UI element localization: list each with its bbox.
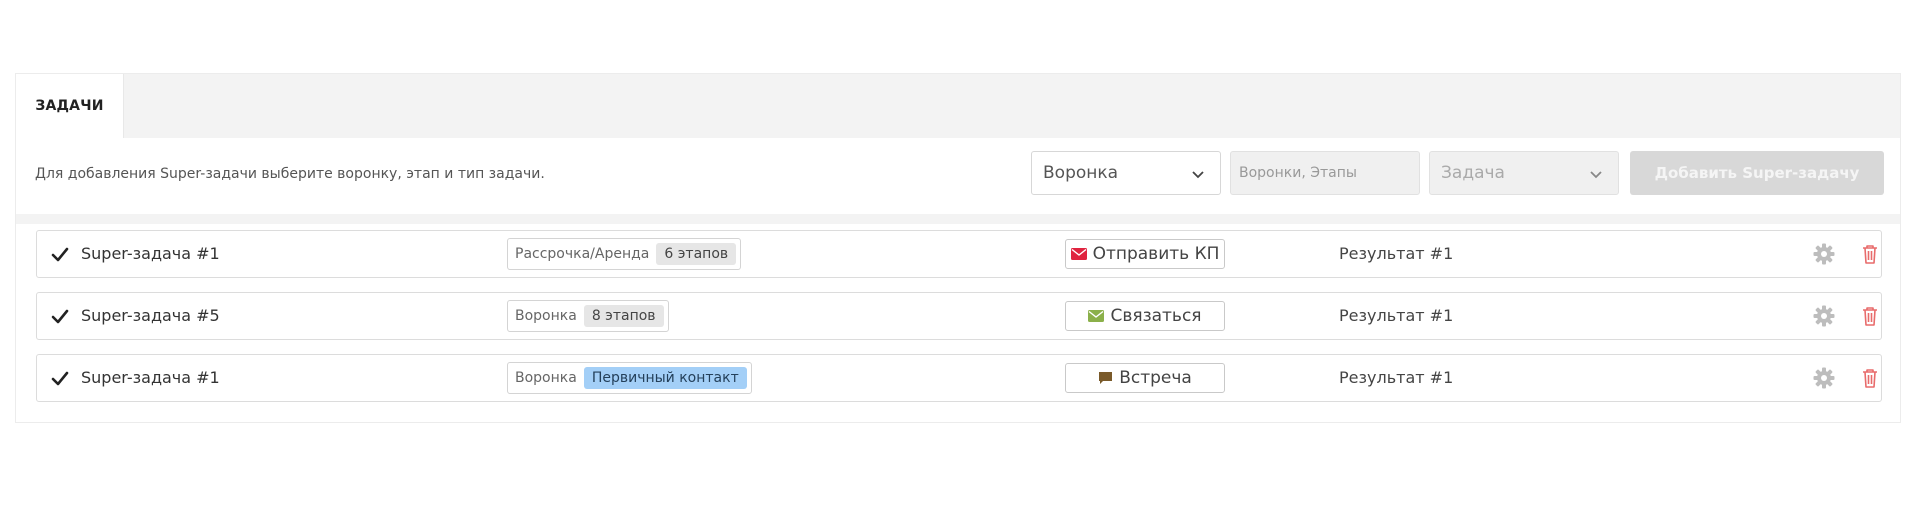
toolbar-divider bbox=[16, 214, 1900, 224]
task-action-label: Отправить КП bbox=[1092, 244, 1220, 264]
task-result: Результат #1 bbox=[1339, 368, 1454, 387]
envelope-icon bbox=[1070, 248, 1087, 260]
toolbar-hint: Для добавления Super-задачи выберите вор… bbox=[35, 166, 545, 182]
checkmark-icon[interactable] bbox=[50, 307, 70, 327]
task-row: Super-задача #1 Рассрочка/Аренда 6 этапо… bbox=[36, 230, 1882, 278]
chevron-down-icon bbox=[1590, 171, 1602, 179]
task-action-button[interactable]: Отправить КП bbox=[1065, 239, 1225, 269]
task-name: Super-задача #1 bbox=[81, 244, 220, 263]
trash-icon[interactable] bbox=[1860, 305, 1880, 327]
funnel-tag: Воронка Первичный контакт bbox=[507, 362, 752, 394]
stages-input[interactable]: Воронки, Этапы bbox=[1230, 151, 1420, 195]
chevron-down-icon bbox=[1192, 171, 1204, 179]
funnel-name: Рассрочка/Аренда bbox=[515, 246, 650, 262]
task-action-button[interactable]: Встреча bbox=[1065, 363, 1225, 393]
trash-icon[interactable] bbox=[1860, 367, 1880, 389]
task-type-select[interactable]: Задача bbox=[1429, 151, 1619, 195]
funnel-tag: Рассрочка/Аренда 6 этапов bbox=[507, 238, 742, 270]
trash-icon[interactable] bbox=[1860, 243, 1880, 265]
stage-badge: 8 этапов bbox=[583, 305, 664, 327]
add-task-toolbar: Для добавления Super-задачи выберите вор… bbox=[16, 138, 1900, 214]
gear-icon[interactable] bbox=[1813, 367, 1835, 389]
tab-bar: ЗАДАЧИ bbox=[16, 74, 1900, 138]
add-super-task-button[interactable]: Добавить Super-задачу bbox=[1630, 151, 1884, 195]
task-action-button[interactable]: Связаться bbox=[1065, 301, 1225, 331]
funnel-select-value: Воронка bbox=[1043, 163, 1119, 183]
envelope-icon bbox=[1088, 310, 1105, 322]
gear-icon[interactable] bbox=[1813, 243, 1835, 265]
funnel-name: Воронка bbox=[515, 308, 577, 324]
funnel-select[interactable]: Воронка bbox=[1031, 151, 1221, 195]
task-name: Super-задача #1 bbox=[81, 368, 220, 387]
task-action-label: Встреча bbox=[1119, 368, 1192, 388]
task-action-label: Связаться bbox=[1110, 306, 1202, 326]
task-row: Super-задача #5 Воронка 8 этапов Связать… bbox=[36, 292, 1882, 340]
chat-bubble-icon bbox=[1098, 371, 1113, 385]
task-result: Результат #1 bbox=[1339, 306, 1454, 325]
stage-badge: Первичный контакт bbox=[583, 367, 747, 389]
funnel-name: Воронка bbox=[515, 370, 577, 386]
task-name: Super-задача #5 bbox=[81, 306, 220, 325]
checkmark-icon[interactable] bbox=[50, 369, 70, 389]
gear-icon[interactable] bbox=[1813, 305, 1835, 327]
stage-badge: 6 этапов bbox=[656, 243, 737, 265]
tasks-panel: ЗАДАЧИ Для добавления Super-задачи выбер… bbox=[15, 73, 1901, 423]
task-row: Super-задача #1 Воронка Первичный контак… bbox=[36, 354, 1882, 402]
task-type-select-value: Задача bbox=[1441, 163, 1505, 183]
tab-tasks[interactable]: ЗАДАЧИ bbox=[16, 74, 124, 138]
funnel-tag: Воронка 8 этапов bbox=[507, 300, 669, 332]
stages-input-placeholder: Воронки, Этапы bbox=[1239, 165, 1357, 181]
checkmark-icon[interactable] bbox=[50, 245, 70, 265]
task-result: Результат #1 bbox=[1339, 244, 1454, 263]
